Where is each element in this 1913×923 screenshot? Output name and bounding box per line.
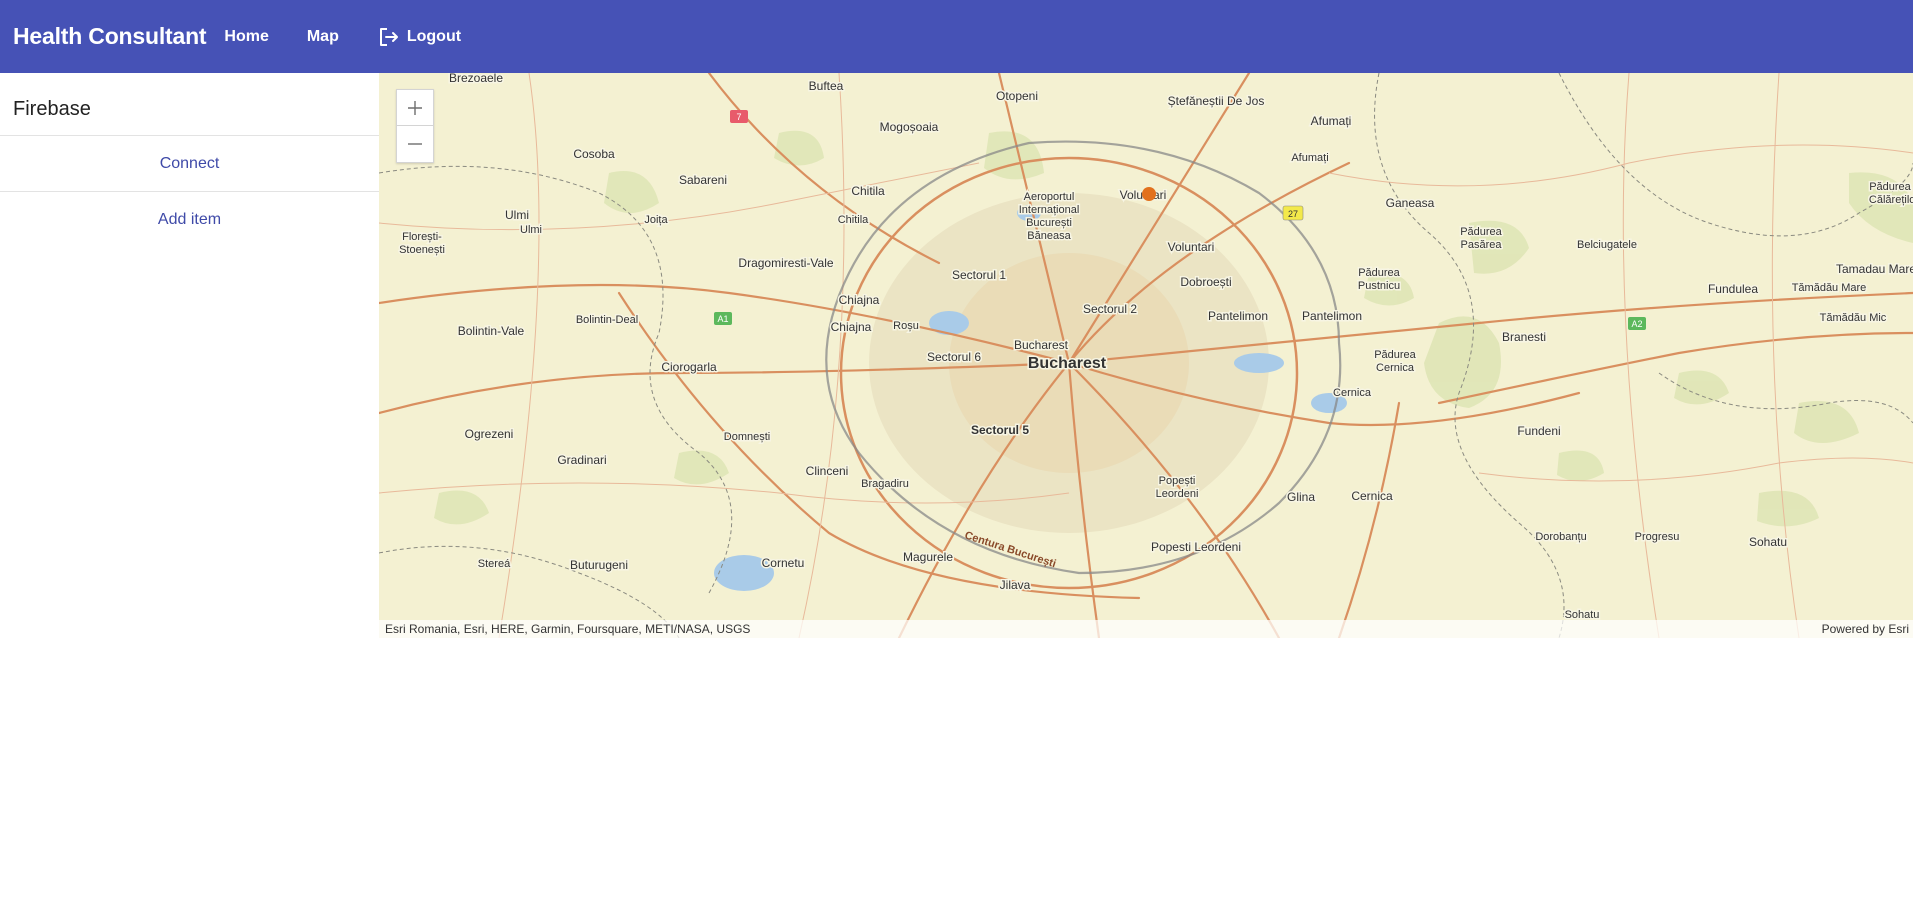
zoom-out-button[interactable] (397, 126, 433, 162)
map-label: Cornetu (762, 556, 805, 570)
map-label: Dorobanțu (1535, 531, 1586, 543)
map-label: Sabareni (679, 173, 727, 187)
nav-map-button[interactable]: Map (307, 28, 339, 46)
map-label: Chiajna (839, 293, 880, 307)
map-label: Clinceni (806, 464, 849, 478)
top-toolbar: Health Consultant Home Map Logout (0, 0, 1913, 73)
map-label: Bragadiru (861, 478, 909, 490)
map-label: Ulmi (505, 208, 529, 222)
map-label: Fundeni (1517, 424, 1560, 438)
map-label: Aeroportul (1024, 191, 1075, 203)
map-label: Băneasa (1027, 230, 1071, 242)
map-label: Sectorul 6 (927, 350, 981, 364)
map-label: Buftea (809, 79, 844, 93)
logout-label: Logout (406, 27, 462, 45)
sidebar: Firebase Connect Add item (0, 73, 379, 923)
map-label: Ulmi (520, 224, 542, 236)
map-label: Domnești (724, 431, 770, 443)
map-label: Ganeasa (1386, 196, 1435, 210)
map-label: Pădurea (1869, 181, 1911, 193)
connect-button[interactable]: Connect (0, 136, 379, 192)
map-label: Pantelimon (1302, 309, 1362, 323)
map-label: Popesti Leordeni (1151, 540, 1241, 554)
map-label: Sectorul 5 (971, 423, 1029, 437)
map-label: Branesti (1502, 330, 1546, 344)
map-label: Chiajna (831, 320, 872, 334)
map-label: Pustnicu (1358, 280, 1400, 292)
map-label: Brezoaele (449, 73, 503, 85)
map-label: Sohatu (1749, 535, 1787, 549)
map-label: Pasărea (1461, 239, 1503, 251)
map-label: Afumați (1311, 114, 1352, 128)
app-title: Health Consultant (13, 23, 207, 49)
map-label: Chitila (838, 214, 869, 226)
map-label: Buturugeni (570, 558, 628, 572)
map-label: Magurele (903, 550, 953, 564)
map-label: Mogoșoaia (880, 120, 939, 134)
map-label: Pădurea (1358, 267, 1400, 279)
svg-text:27: 27 (1288, 209, 1298, 219)
map-label: Sectorul 1 (952, 268, 1006, 282)
map-label: Pădurea (1460, 226, 1502, 238)
map-label: Chitila (851, 184, 885, 198)
map-label: Bucharest (1014, 338, 1069, 352)
map-view[interactable]: 7 27 A1 A2 Centura București Brezoaele Bu… (379, 73, 1913, 638)
map-label: Sectorul 2 (1083, 302, 1137, 316)
sidebar-heading: Firebase (0, 73, 379, 136)
map-label: București (1026, 217, 1072, 229)
map-label: Roșu (893, 320, 919, 332)
map-label: Dobroești (1180, 275, 1231, 289)
logout-icon (379, 27, 398, 46)
attribution-text: Esri Romania, Esri, HERE, Garmin, Foursq… (385, 622, 751, 636)
map-label: Cernica (1376, 362, 1415, 374)
map-label: Gradinari (557, 453, 606, 467)
svg-text:A2: A2 (1631, 319, 1642, 329)
map-label: Ogrezeni (465, 427, 514, 441)
map-label: Joița (644, 214, 668, 226)
map-label: Pantelimon (1208, 309, 1268, 323)
map-label: Florești- (402, 231, 442, 243)
map-label: Tamadau Mare (1836, 262, 1913, 276)
map-label: Pădurea (1374, 349, 1416, 361)
map-label: Dragomiresti-Vale (738, 256, 833, 270)
svg-text:7: 7 (736, 112, 741, 122)
zoom-in-button[interactable] (397, 90, 433, 126)
map-label: Tămădău Mic (1820, 312, 1887, 324)
map-label: Jilava (1000, 578, 1031, 592)
minus-icon (408, 143, 422, 145)
plus-icon (408, 100, 422, 115)
map-label: Afumați (1291, 152, 1328, 164)
location-marker[interactable] (1142, 187, 1156, 201)
map-label: Ștefăneștii De Jos (1168, 94, 1265, 108)
map-label: Otopeni (996, 89, 1038, 103)
map-label: Stereá (478, 558, 511, 570)
powered-by-esri[interactable]: Powered by Esri (1822, 622, 1909, 636)
map-label: Cernica (1351, 489, 1393, 503)
map-label: Belciugatele (1577, 239, 1637, 251)
map-label: Fundulea (1708, 282, 1758, 296)
map-label: Ciorogarla (661, 360, 717, 374)
map-label: Cosoba (573, 147, 615, 161)
map-label: Internațional (1019, 204, 1080, 216)
map-label: Voluntari (1168, 240, 1215, 254)
map-label: Călăreților (1869, 194, 1913, 206)
map-label: Popești (1159, 475, 1196, 487)
map-attribution: Esri Romania, Esri, HERE, Garmin, Foursq… (379, 620, 1913, 638)
svg-text:A1: A1 (717, 314, 728, 324)
map-label: Tămădău Mare (1792, 282, 1867, 294)
add-item-button[interactable]: Add item (0, 192, 379, 247)
map-label: Glina (1287, 490, 1315, 504)
zoom-controls (396, 89, 434, 163)
nav-home-button[interactable]: Home (224, 28, 268, 46)
map-label: Stoenești (399, 244, 445, 256)
map-label: Leordeni (1156, 488, 1199, 500)
map-label: Bolintin-Vale (458, 324, 525, 338)
map-canvas[interactable]: 7 27 A1 A2 Centura București BrezoaeleBu… (379, 73, 1913, 638)
map-label: Bucharest (1028, 355, 1107, 372)
map-label: Bolintin-Deal (576, 314, 638, 326)
nav-logout-button[interactable]: Logout (377, 25, 461, 49)
map-label: Cernica (1333, 387, 1372, 399)
map-label: Progresu (1635, 531, 1680, 543)
